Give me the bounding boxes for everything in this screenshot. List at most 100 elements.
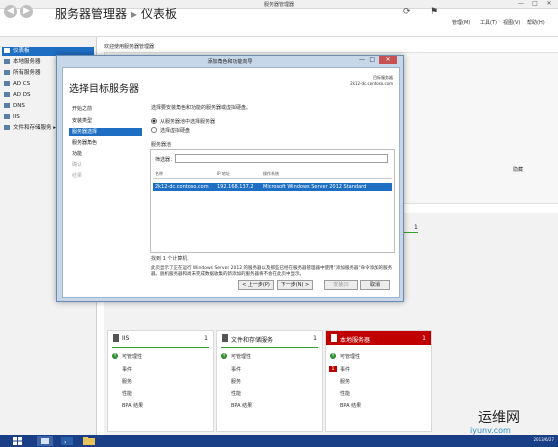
maximize-button[interactable]: □ (528, 0, 542, 8)
wizard-note: 此页显示了正在运行 Windows Server 2012 的服务器以及那些已经… (151, 266, 393, 277)
menu-manage[interactable]: 管理(M) (452, 19, 470, 26)
destination-server-value: 2k12-dc.contoso.com (350, 81, 393, 86)
server-icon (113, 334, 119, 342)
close-button[interactable]: ✕ (542, 0, 556, 8)
notification-flag-icon[interactable]: ⚑ (430, 7, 438, 17)
cancel-button[interactable]: 取消 (360, 280, 390, 290)
role-icon (4, 103, 10, 108)
column-ip[interactable]: IP 地址 (217, 171, 230, 177)
install-button: 安装(I) (324, 280, 358, 290)
column-name[interactable]: 名称 (155, 171, 163, 177)
maximize-icon[interactable]: □ (369, 56, 375, 63)
role-icon (4, 81, 10, 86)
servers-icon (4, 70, 10, 75)
sidebar-item-label: IIS (13, 114, 20, 120)
minimize-button[interactable]: — (514, 0, 528, 8)
tile-row-bpa[interactable]: BPA 结果 (122, 402, 143, 409)
tile-header: IIS 1 (108, 331, 213, 345)
close-icon[interactable]: ✕ (379, 56, 397, 64)
sidebar-item-label: 文件和存储服务 (13, 125, 52, 131)
server-pool: 筛选器： 名称 IP 地址 操作系统 2k12-dc.contoso.com 1… (150, 149, 395, 253)
tile-iis[interactable]: IIS 1 ↑ 可管理性 事件 服务 性能 BPA 结果 (107, 330, 214, 432)
folder-icon[interactable] (80, 436, 98, 446)
tile-row-events[interactable]: 事件 (340, 366, 350, 373)
tile-row-services[interactable]: 服务 (231, 378, 241, 385)
tile-count: 1 (313, 335, 317, 342)
dashboard-icon (4, 48, 10, 53)
back-arrow-icon[interactable]: ◀ (4, 5, 17, 18)
tile-count: 1 (204, 335, 208, 342)
watermark-url: iyunv.com (470, 426, 511, 435)
tile-count: 1 (414, 224, 418, 231)
previous-button[interactable]: < 上一步(P) (238, 280, 274, 290)
breadcrumb: 服务器管理器 ▸ 仪表板 (55, 5, 177, 22)
powershell-icon[interactable]: › (58, 436, 76, 446)
sidebar-item-label: 所有服务器 (13, 70, 41, 76)
sidebar-item-label: 仪表板 (13, 48, 30, 54)
status-bar (112, 347, 209, 348)
tile-title: 本地服务器 (340, 337, 371, 344)
filter-input[interactable] (175, 154, 388, 163)
tile-header: 文件和存储服务 1 (217, 331, 322, 345)
filter-label: 筛选器： (155, 157, 176, 163)
server-manager-taskbar-icon[interactable] (36, 436, 54, 446)
tile-file-storage[interactable]: 文件和存储服务 1 ↑ 可管理性 事件 服务 性能 BPA 结果 (216, 330, 323, 432)
sidebar-item-label: AD CS (13, 81, 31, 87)
radio-label: 选择虚拟硬盘 (160, 128, 191, 134)
radio-server-pool[interactable]: 从服务器池中选择服务器 (151, 118, 215, 125)
table-row[interactable]: 2k12-dc.contoso.com 192.168.137.2 Micros… (153, 183, 392, 191)
windows-start-icon[interactable] (6, 436, 30, 446)
cell-name: 2k12-dc.contoso.com (155, 184, 209, 190)
tile-row-manageability[interactable]: 可管理性 (231, 353, 251, 360)
step-installation-type[interactable]: 安装类型 (69, 117, 142, 125)
menu-view[interactable]: 视图(V) (503, 19, 520, 26)
check-icon: ↑ (112, 353, 118, 359)
svg-text:›: › (64, 439, 66, 446)
tile-row-performance[interactable]: 性能 (231, 390, 241, 397)
breadcrumb-root: 服务器管理器 (55, 7, 128, 21)
tile-row-events[interactable]: 事件 (122, 366, 132, 373)
cell-os: Microsoft Windows Server 2012 Standard (263, 184, 367, 190)
tile-row-performance[interactable]: 性能 (340, 390, 350, 397)
tile-title: 文件和存储服务 (231, 337, 274, 344)
step-server-selection[interactable]: 服务器选择 (69, 128, 142, 136)
menu-tools[interactable]: 工具(T) (480, 19, 497, 26)
step-confirmation: 确认 (72, 162, 83, 168)
found-count: 找到 1 个计算机 (151, 256, 188, 262)
taskbar-clock[interactable]: 2013/6/27 (533, 437, 554, 442)
breadcrumb-separator: ▸ (131, 7, 138, 21)
next-button[interactable]: 下一步(N) > (277, 280, 313, 290)
refresh-icon[interactable]: ⟳ (403, 7, 411, 17)
step-features[interactable]: 功能 (69, 150, 142, 158)
hide-link[interactable]: 隐藏 (513, 166, 523, 173)
server-icon (4, 59, 10, 64)
status-bar (404, 232, 418, 233)
role-icon (4, 125, 10, 130)
tile-local-server[interactable]: 本地服务器 1 ↑ 可管理性 1 事件 服务 性能 BPA 结果 (325, 330, 432, 432)
wizard-title: 添加角色和功能向导 (207, 59, 253, 65)
radio-selected-icon (151, 118, 157, 124)
menu-help[interactable]: 帮助(H) (527, 19, 545, 26)
step-server-roles[interactable]: 服务器角色 (69, 139, 142, 147)
role-icon (4, 114, 10, 119)
minimize-icon[interactable]: — (359, 56, 365, 63)
page-title: 仪表板 (141, 7, 178, 21)
wizard-heading: 选择目标服务器 (69, 84, 139, 95)
check-icon: ↑ (221, 353, 227, 359)
tile-row-manageability[interactable]: 可管理性 (340, 353, 360, 360)
sidebar-item-label: 本地服务器 (13, 59, 41, 65)
tile-row-services[interactable]: 服务 (340, 378, 350, 385)
forward-arrow-icon[interactable]: ▶ (20, 5, 33, 18)
radio-vhd[interactable]: 选择虚拟硬盘 (151, 127, 190, 134)
tile-row-bpa[interactable]: BPA 结果 (340, 402, 361, 409)
tile-row-events[interactable]: 事件 (231, 366, 241, 373)
step-before-you-begin[interactable]: 开始之前 (69, 105, 142, 113)
radio-unselected-icon (151, 127, 157, 133)
tile-count: 1 (422, 335, 426, 342)
column-os[interactable]: 操作系统 (263, 171, 279, 177)
tile-row-services[interactable]: 服务 (122, 378, 132, 385)
tile-row-performance[interactable]: 性能 (122, 390, 132, 397)
event-count-badge: 1 (329, 366, 337, 372)
tile-row-manageability[interactable]: 可管理性 (122, 353, 142, 360)
tile-row-bpa[interactable]: BPA 结果 (231, 402, 252, 409)
